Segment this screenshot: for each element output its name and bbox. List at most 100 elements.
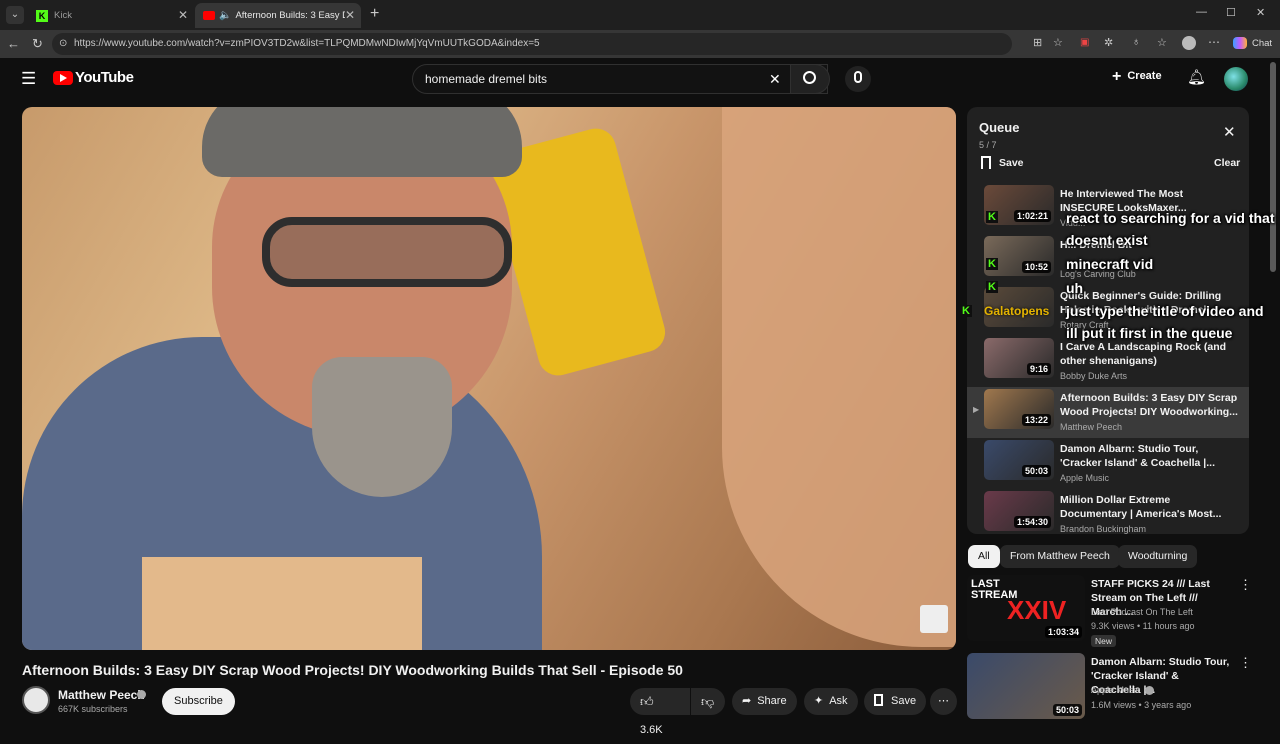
more-actions-icon[interactable]: ⋮: [1239, 577, 1252, 593]
browser-address-bar: ← ↻ ⊙ https://www.youtube.com/watch?v=zm…: [0, 30, 1280, 58]
queue-item[interactable]: 1:54:30 Million Dollar Extreme Documentar…: [967, 489, 1249, 534]
notifications-bell-icon[interactable]: 🔔︎: [1187, 68, 1206, 86]
save-label: Save: [891, 695, 917, 707]
page-scrollbar[interactable]: [1270, 62, 1276, 272]
url-field[interactable]: ⊙ https://www.youtube.com/watch?v=zmPIOV…: [52, 33, 1012, 55]
youtube-header: ☰ YouTube homemade dremel bits ✕ + Create…: [0, 58, 1280, 102]
queue-item[interactable]: 1:02:21 He Interviewed The Most INSECURE …: [967, 183, 1249, 234]
video-thumbnail[interactable]: 50:03: [967, 653, 1085, 719]
duration-badge: 9:16: [1026, 363, 1051, 375]
video-thumbnail[interactable]: 13:22: [984, 389, 1054, 429]
chat-message: just type the title of video and: [1066, 303, 1264, 319]
tab-actions-icon[interactable]: ⌄: [6, 6, 24, 24]
share-icon: ➦: [742, 695, 752, 707]
queue-item-title: I Carve A Landscaping Rock (and other sh…: [1060, 341, 1227, 367]
verified-icon: [1145, 686, 1154, 695]
video-frame-art: [142, 557, 422, 650]
favorite-star-icon[interactable]: ☆: [1053, 36, 1063, 49]
video-frame-art: [312, 357, 452, 497]
queue-item[interactable]: 9:16 I Carve A Landscaping Rock (and othe…: [967, 336, 1249, 387]
reload-icon[interactable]: ↻: [32, 36, 43, 52]
chip-woodturning[interactable]: Woodturning: [1118, 545, 1198, 568]
copilot-label[interactable]: Chat: [1252, 38, 1272, 49]
channel-name[interactable]: Matthew Peech: [58, 688, 145, 702]
channel-watermark-icon[interactable]: [920, 605, 948, 633]
url-text: https://www.youtube.com/watch?v=zmPIOV3T…: [74, 38, 540, 49]
like-button[interactable]: 👍︎ 3.6K: [630, 688, 690, 736]
video-thumbnail[interactable]: 1:54:30: [984, 491, 1054, 531]
chat-message: react to searching for a vid that: [1066, 210, 1275, 226]
kick-badge-icon: K: [986, 211, 998, 223]
ask-label: Ask: [829, 695, 848, 707]
kick-badge-icon: K: [986, 281, 998, 293]
queue-item[interactable]: ▶ 13:22 Afternoon Builds: 3 Easy DIY Scrap…: [967, 387, 1249, 438]
browser-tab-bar: ⌄ K Kick ✕ 🔈 Afternoon Builds: 3 Easy DI…: [0, 0, 1280, 30]
clear-search-icon[interactable]: ✕: [769, 65, 781, 93]
queue-item-channel: Brandon Buckingham: [1060, 524, 1147, 534]
clear-queue-button[interactable]: Clear: [1214, 157, 1240, 169]
close-queue-icon[interactable]: ✕: [1223, 123, 1236, 141]
save-button[interactable]: Save: [864, 688, 927, 715]
video-thumbnail[interactable]: 10:52: [984, 236, 1054, 276]
more-actions-button[interactable]: ⋯: [930, 688, 957, 715]
kick-favicon-icon: K: [36, 9, 48, 22]
queue-item[interactable]: 50:03 Damon Albarn: Studio Tour, 'Cracker…: [967, 438, 1249, 489]
duration-badge: 1:02:21: [1013, 210, 1051, 222]
search-icon: [803, 71, 816, 84]
video-thumbnail[interactable]: LAST STREAM XXIV 1:03:34: [967, 575, 1085, 641]
voice-search-button[interactable]: [845, 66, 871, 92]
more-menu-icon[interactable]: ⋯: [1208, 35, 1220, 49]
performance-icon[interactable]: ♁: [1132, 36, 1140, 48]
menu-icon[interactable]: ☰: [21, 69, 36, 89]
profile-avatar-icon[interactable]: [1182, 36, 1196, 50]
extension-icon[interactable]: ▣: [1080, 37, 1089, 48]
window-close-icon[interactable]: ✕: [1256, 6, 1265, 19]
back-icon[interactable]: ←: [7, 36, 20, 51]
create-label: Create: [1127, 70, 1162, 82]
now-playing-icon: ▶: [973, 405, 980, 414]
favorites-icon[interactable]: ☆: [1157, 36, 1167, 49]
youtube-favicon-icon: [203, 11, 215, 20]
dislike-button[interactable]: 👎︎: [691, 688, 725, 715]
tab-close-icon[interactable]: ✕: [178, 8, 188, 22]
recommendation-channel[interactable]: Apple Music: [1091, 685, 1140, 695]
channel-avatar[interactable]: [22, 686, 50, 714]
thumbs-up-icon: 👍︎: [640, 694, 654, 709]
ask-button[interactable]: ✦ Ask: [804, 688, 858, 715]
microphone-icon: [854, 71, 862, 83]
search-input[interactable]: homemade dremel bits ✕: [412, 64, 828, 94]
video-player[interactable]: [22, 107, 956, 650]
minimize-icon[interactable]: —: [1196, 6, 1207, 18]
chip-from-channel[interactable]: From Matthew Peech: [1000, 545, 1120, 568]
recommendation-item[interactable]: 50:03 Damon Albarn: Studio Tour, 'Cracke…: [967, 653, 1267, 719]
copilot-icon[interactable]: [1233, 37, 1247, 49]
extensions-puzzle-icon[interactable]: ✲: [1104, 36, 1113, 49]
sparkle-icon: ✦: [814, 695, 824, 707]
tab-kick[interactable]: K Kick ✕: [28, 3, 194, 28]
chat-message: minecraft vid: [1066, 256, 1154, 272]
video-thumbnail[interactable]: 9:16: [984, 338, 1054, 378]
subscribe-button[interactable]: Subscribe: [162, 688, 235, 715]
more-actions-icon[interactable]: ⋮: [1239, 655, 1252, 671]
chip-all[interactable]: All: [968, 545, 1000, 568]
youtube-logo-text[interactable]: YouTube: [75, 69, 134, 86]
kick-badge-icon: K: [986, 258, 998, 270]
save-queue-button[interactable]: Save: [981, 156, 1024, 169]
apps-icon[interactable]: ⊞: [1033, 36, 1042, 49]
youtube-logo-icon[interactable]: [53, 71, 73, 85]
recommendation-item[interactable]: LAST STREAM XXIV 1:03:34 STAFF PICKS 24 /…: [967, 575, 1267, 647]
speaker-icon[interactable]: 🔈: [219, 10, 231, 21]
duration-badge: 1:54:30: [1013, 516, 1051, 528]
new-tab-icon[interactable]: +: [370, 5, 379, 23]
site-info-icon[interactable]: ⊙: [59, 33, 67, 55]
search-button[interactable]: [790, 64, 830, 94]
tab-youtube[interactable]: 🔈 Afternoon Builds: 3 Easy DIY S ✕: [195, 3, 361, 28]
account-avatar[interactable]: [1224, 67, 1248, 91]
video-thumbnail[interactable]: 50:03: [984, 440, 1054, 480]
tab-close-icon[interactable]: ✕: [345, 8, 355, 22]
recommendation-channel[interactable]: Last Podcast On The Left: [1091, 607, 1193, 617]
create-button[interactable]: + Create: [1112, 68, 1162, 86]
share-button[interactable]: ➦ Share: [732, 688, 797, 715]
maximize-icon[interactable]: ☐: [1226, 6, 1236, 19]
bookmark-icon: [874, 694, 883, 706]
